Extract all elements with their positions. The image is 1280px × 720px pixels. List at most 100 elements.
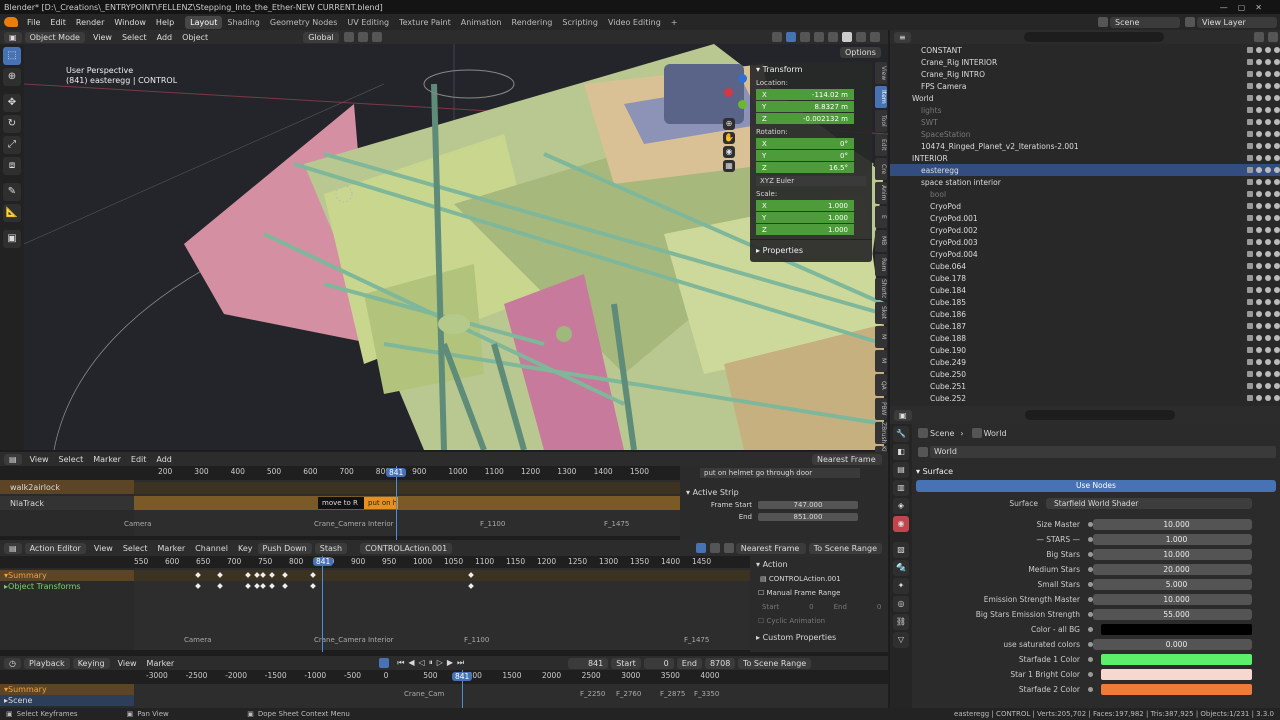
render-icon[interactable] bbox=[1274, 71, 1280, 77]
hide-eye-icon[interactable] bbox=[1256, 359, 1262, 365]
render-icon[interactable] bbox=[1274, 95, 1280, 101]
hide-eye-icon[interactable] bbox=[1256, 203, 1262, 209]
dopesheet-playhead[interactable] bbox=[322, 556, 323, 652]
hide-eye-icon[interactable] bbox=[1256, 347, 1262, 353]
exclude-checkbox[interactable] bbox=[1247, 323, 1253, 329]
render-icon[interactable] bbox=[1274, 215, 1280, 221]
camera-icon[interactable] bbox=[1265, 107, 1271, 113]
hide-eye-icon[interactable] bbox=[1256, 299, 1262, 305]
gizmo-icon[interactable] bbox=[786, 32, 796, 42]
add-cube-tool[interactable]: ▣ bbox=[3, 230, 21, 248]
nla-marker[interactable]: Crane_Camera Interior bbox=[314, 520, 394, 528]
exclude-checkbox[interactable] bbox=[1247, 239, 1253, 245]
action-panel-header[interactable]: ▾ Action bbox=[750, 556, 888, 573]
outliner-item[interactable]: Cube.249 bbox=[890, 356, 1280, 368]
exclude-checkbox[interactable] bbox=[1247, 215, 1253, 221]
object-tab-icon[interactable]: ▧ bbox=[893, 542, 909, 558]
sidebar-tab-anim[interactable]: Anim bbox=[875, 182, 887, 204]
property-value-field[interactable]: 1.000 bbox=[1093, 534, 1252, 545]
outliner-item[interactable]: Cube.251 bbox=[890, 380, 1280, 392]
exclude-checkbox[interactable] bbox=[1247, 95, 1253, 101]
scale-x-field[interactable]: X 1.000 bbox=[756, 200, 854, 211]
editor-type-button[interactable]: ▣ bbox=[4, 31, 22, 43]
workspace-tab-geometry-nodes[interactable]: Geometry Nodes bbox=[265, 16, 342, 29]
hide-eye-icon[interactable] bbox=[1256, 395, 1262, 401]
outliner-item[interactable]: CONSTANT bbox=[890, 44, 1280, 56]
render-icon[interactable] bbox=[1274, 47, 1280, 53]
constraints-tab-icon[interactable]: ⛓ bbox=[893, 614, 909, 630]
camera-icon[interactable] bbox=[1265, 359, 1271, 365]
nla-marker[interactable]: F_1475 bbox=[604, 520, 629, 528]
exclude-checkbox[interactable] bbox=[1247, 395, 1253, 401]
dopesheet-keyframes-area[interactable]: Camera Crane_Camera Interior F_1100 F_1475 bbox=[134, 568, 750, 650]
view-layer-icon[interactable] bbox=[1185, 17, 1195, 27]
outliner-item[interactable]: lights bbox=[890, 104, 1280, 116]
nla-snap-select[interactable]: Nearest Frame bbox=[812, 453, 882, 465]
menu-file[interactable]: File bbox=[22, 18, 45, 27]
viewport-menu-view[interactable]: View bbox=[88, 33, 117, 42]
channel-object-transforms[interactable]: ▸ Object Transforms bbox=[0, 581, 134, 592]
render-icon[interactable] bbox=[1274, 311, 1280, 317]
rotate-tool[interactable]: ↻ bbox=[3, 115, 21, 133]
hide-eye-icon[interactable] bbox=[1256, 371, 1262, 377]
camera-icon[interactable] bbox=[1265, 155, 1271, 161]
property-value-field[interactable]: 20.000 bbox=[1093, 564, 1252, 575]
dope-marker[interactable]: Crane_Camera Interior bbox=[314, 636, 394, 644]
timeline-to-scene-range-button[interactable]: To Scene Range bbox=[737, 657, 812, 669]
sidebar-tab-qa[interactable]: QA bbox=[875, 374, 887, 396]
render-icon[interactable] bbox=[1274, 263, 1280, 269]
camera-icon[interactable] bbox=[1265, 275, 1271, 281]
timeline-channel-summary[interactable]: ▾ Summary bbox=[0, 684, 134, 695]
viewport-menu-object[interactable]: Object bbox=[177, 33, 213, 42]
frame-end-field[interactable]: 851.000 bbox=[758, 513, 858, 521]
location-x-field[interactable]: X -114.02 m bbox=[756, 89, 854, 100]
measure-tool[interactable]: 📐 bbox=[3, 204, 21, 222]
menu-edit[interactable]: Edit bbox=[45, 18, 71, 27]
surface-panel-header[interactable]: ▾ Surface bbox=[916, 464, 1276, 480]
camera-icon[interactable] bbox=[1265, 299, 1271, 305]
dope-menu-marker[interactable]: Marker bbox=[153, 544, 191, 553]
nla-track-walk2airlock[interactable]: walk2airlock bbox=[0, 480, 134, 494]
nla-editor-type[interactable]: ▤ bbox=[4, 453, 22, 465]
camera-icon[interactable] bbox=[1265, 347, 1271, 353]
options-button[interactable]: Options bbox=[840, 47, 881, 58]
timeline-marker[interactable]: F_2875 bbox=[660, 690, 685, 698]
keyframe-transform[interactable] bbox=[260, 583, 266, 589]
hide-eye-icon[interactable] bbox=[1256, 311, 1262, 317]
cyclic-animation-checkbox[interactable]: ☐ Cyclic Animation bbox=[750, 613, 888, 629]
exclude-checkbox[interactable] bbox=[1247, 119, 1253, 125]
camera-icon[interactable] bbox=[1265, 203, 1271, 209]
view-layer-tab-icon[interactable]: ▥ bbox=[893, 480, 909, 496]
hide-eye-icon[interactable] bbox=[1256, 275, 1262, 281]
auto-keying-icon[interactable] bbox=[379, 658, 390, 668]
menu-help[interactable]: Help bbox=[151, 18, 179, 27]
physics-tab-icon[interactable]: ◎ bbox=[893, 596, 909, 612]
camera-icon[interactable] bbox=[1265, 95, 1271, 101]
sidebar-tab-sket[interactable]: Sket bbox=[875, 302, 887, 324]
exclude-checkbox[interactable] bbox=[1247, 191, 1253, 197]
exclude-checkbox[interactable] bbox=[1247, 263, 1253, 269]
camera-icon[interactable] bbox=[1265, 47, 1271, 53]
use-nodes-button[interactable]: Use Nodes bbox=[916, 480, 1276, 492]
outliner-item[interactable]: Cube.186 bbox=[890, 308, 1280, 320]
menu-window[interactable]: Window bbox=[109, 18, 151, 27]
menu-render[interactable]: Render bbox=[71, 18, 109, 27]
hide-eye-icon[interactable] bbox=[1256, 155, 1262, 161]
render-icon[interactable] bbox=[1274, 383, 1280, 389]
render-icon[interactable] bbox=[1274, 287, 1280, 293]
dopesheet-editor-type[interactable]: ▤ bbox=[4, 542, 22, 554]
sidebar-tab-view[interactable]: View bbox=[875, 62, 887, 84]
render-icon[interactable] bbox=[1274, 251, 1280, 257]
dopesheet-mode-select[interactable]: Action Editor bbox=[24, 542, 86, 554]
xray-icon[interactable] bbox=[814, 32, 824, 42]
snap-icon[interactable] bbox=[357, 32, 368, 42]
exclude-checkbox[interactable] bbox=[1247, 347, 1253, 353]
camera-icon[interactable] bbox=[1265, 323, 1271, 329]
exclude-checkbox[interactable] bbox=[1247, 227, 1253, 233]
workspace-tab-texture-paint[interactable]: Texture Paint bbox=[394, 16, 456, 29]
hide-eye-icon[interactable] bbox=[1256, 287, 1262, 293]
mode-selector[interactable]: Object Mode bbox=[24, 31, 85, 43]
camera-icon[interactable] bbox=[1265, 383, 1271, 389]
world-datablock[interactable]: World bbox=[916, 444, 1276, 460]
playback-controls[interactable]: ⏮◀◁⏸▷▶⏭ bbox=[397, 658, 468, 668]
